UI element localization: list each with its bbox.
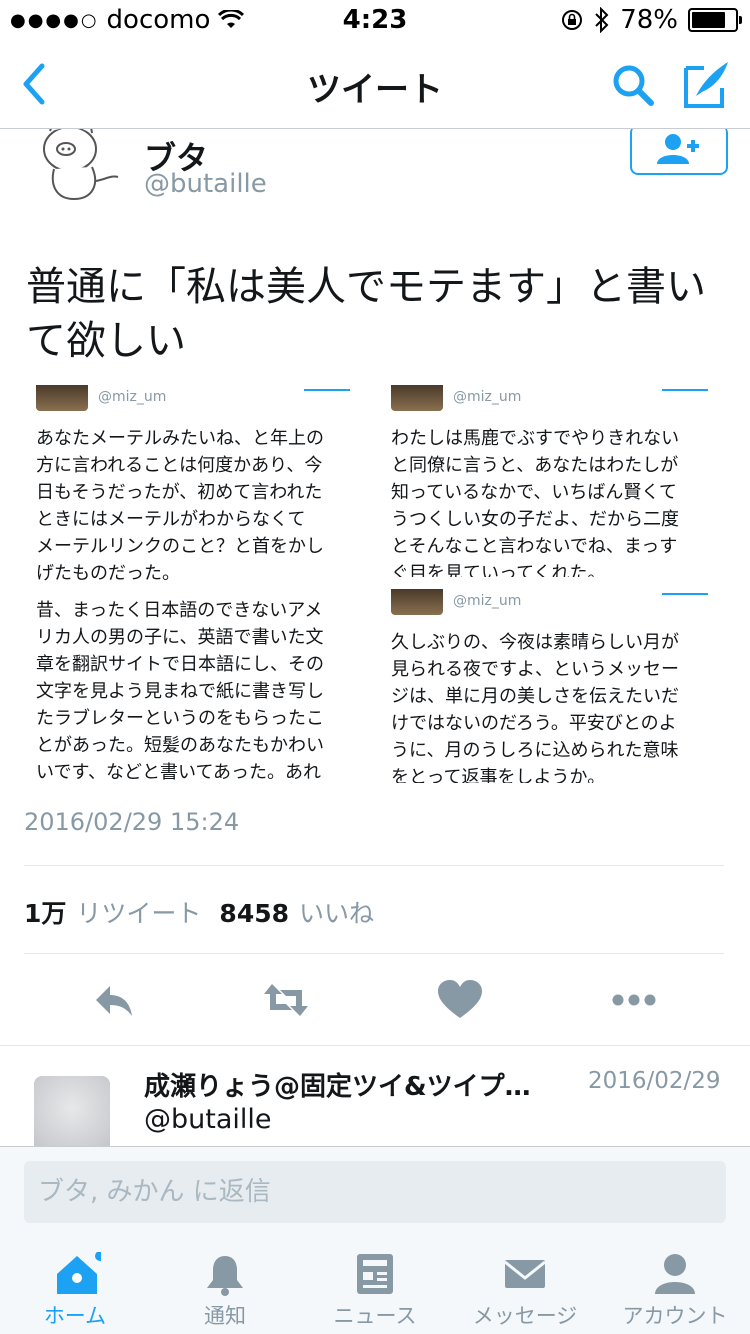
battery-icon [688, 8, 742, 32]
author-handle[interactable]: @butaille [144, 169, 267, 199]
reply-author-name[interactable]: 成瀬りょう@固定ツイ&ツイプ… [144, 1066, 576, 1103]
attached-image-2[interactable]: @miz_um わたしは馬鹿でぶすでやりきれない と同僚に言うと、あなたはわたし… [381, 385, 724, 577]
image-text: あなたメーテルみたいね、と年上の 方に言われることは何度かあり、今 日もそうだっ… [36, 428, 324, 584]
image-follow-button [662, 385, 708, 391]
retweet-icon[interactable] [262, 978, 310, 1022]
image-handle: @miz_um [453, 389, 522, 405]
divider [24, 953, 724, 954]
avatar[interactable] [30, 129, 126, 207]
rotation-lock-icon [562, 10, 583, 30]
compose-tweet-icon[interactable] [682, 58, 732, 110]
tab-bar: ホーム 通知 ニュース メッセージ アカウント [0, 1238, 750, 1334]
news-icon [357, 1254, 393, 1294]
tab-label: ホーム [43, 1304, 107, 1328]
like-heart-icon[interactable] [436, 978, 484, 1022]
tweet-images[interactable]: @miz_um あなたメーテルみたいね、と年上の 方に言われることは何度かあり、… [26, 385, 724, 783]
image-text: わたしは馬鹿でぶすでやりきれない と同僚に言うと、あなたはわたしが 知っているな… [391, 428, 680, 577]
tab-news[interactable]: ニュース [300, 1238, 450, 1334]
tab-notifications[interactable]: 通知 [150, 1238, 300, 1334]
battery-percent: 78% [620, 5, 678, 35]
reply-icon[interactable] [90, 978, 138, 1022]
reply-mention[interactable]: @butaille [144, 1104, 272, 1135]
like-label[interactable]: いいね [299, 894, 374, 930]
bluetooth-icon [595, 7, 609, 33]
tab-label: ニュース [333, 1304, 417, 1328]
divider [24, 865, 724, 866]
image-thumbnail [391, 385, 443, 411]
retweet-label[interactable]: リツイート [76, 894, 201, 930]
tweet-author: ブタ @butaille [0, 129, 750, 239]
envelope-icon [504, 1260, 546, 1288]
tweet-timestamp: 2016/02/29 15:24 [24, 808, 240, 836]
bell-icon [207, 1256, 243, 1296]
reply-date: 2016/02/29 [588, 1068, 721, 1094]
reply-composer [0, 1146, 750, 1239]
more-options-icon[interactable] [610, 978, 658, 1022]
tweet-text: 普通に「私は美人でモテます」と書いて欲しい [26, 264, 706, 364]
tab-label: 通知 [204, 1304, 246, 1328]
image-handle: @miz_um [453, 593, 522, 609]
tab-account[interactable]: アカウント [600, 1238, 750, 1334]
tab-label: アカウント [622, 1304, 728, 1328]
retweet-count[interactable]: 1万 [24, 894, 66, 930]
tab-home[interactable]: ホーム [0, 1238, 150, 1334]
avatar[interactable] [34, 1076, 110, 1146]
tab-messages[interactable]: メッセージ [450, 1238, 600, 1334]
image-text-2: 昔、まったく日本語のできないアメ リカ人の男の子に、英語で書いた文 章を翻訳サイ… [36, 600, 324, 783]
attached-image-3[interactable]: @miz_um 久しぶりの、今夜は素晴らしい月が 見られる夜ですよ、というメッセ… [381, 589, 724, 783]
image-thumbnail [391, 589, 443, 615]
person-icon [655, 1254, 695, 1294]
status-bar: ●●●●○ docomo 4:23 78% [0, 0, 750, 40]
reply-input[interactable] [24, 1161, 726, 1223]
image-follow-button [662, 589, 708, 595]
follow-button[interactable] [630, 129, 728, 175]
tweet-actions [0, 970, 750, 1030]
attached-image-1[interactable]: @miz_um あなたメーテルみたいね、と年上の 方に言われることは何度かあり、… [26, 385, 366, 783]
search-icon[interactable] [608, 60, 658, 110]
tweet-stats: 1万 リツイート 8458 いいね [24, 894, 382, 930]
reply-tweet[interactable]: 成瀬りょう@固定ツイ&ツイプ… 2016/02/29 @butaille [0, 1045, 750, 1146]
home-icon [57, 1252, 101, 1294]
like-count[interactable]: 8458 [219, 899, 289, 928]
image-text: 久しぶりの、今夜は素晴らしい月が 見られる夜ですよ、というメッセー ジは、単に月… [391, 632, 679, 783]
image-handle: @miz_um [98, 389, 167, 405]
add-user-icon [657, 134, 699, 164]
tab-label: メッセージ [472, 1304, 578, 1328]
image-follow-button [304, 385, 350, 391]
navigation-bar: ツイート [0, 40, 750, 129]
image-thumbnail [36, 385, 88, 411]
